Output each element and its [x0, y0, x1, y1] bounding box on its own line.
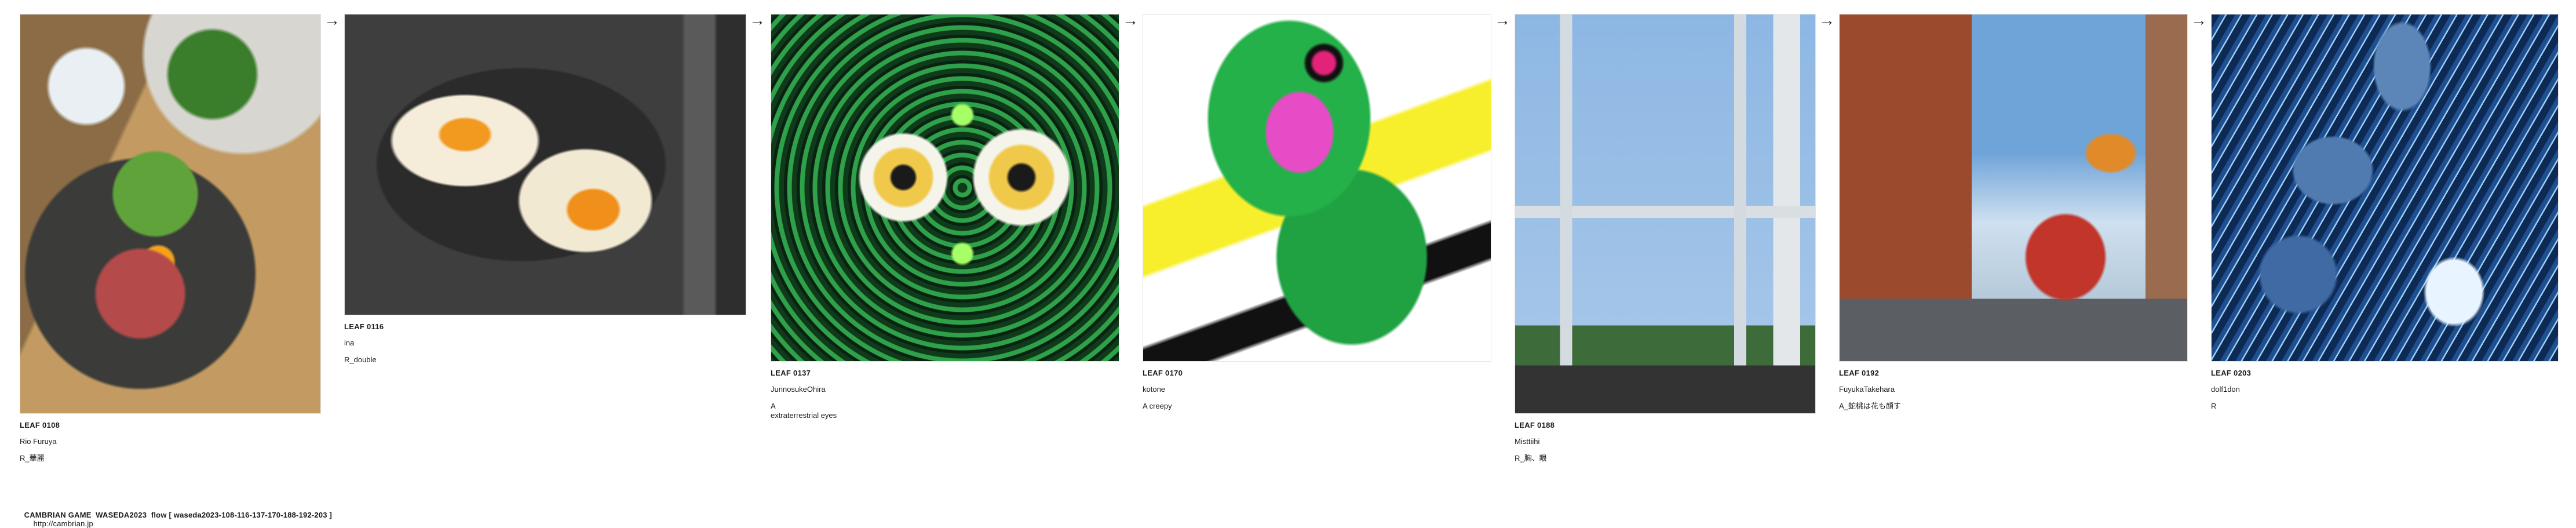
flow-arrow-icon: →	[324, 11, 340, 29]
leaf-card-0116: LEAF 0116 ina R_double	[344, 14, 746, 372]
leaf-image-alien-eyes[interactable]	[771, 14, 1119, 362]
leaf-meta: LEAF 0203 dolf1don R	[2211, 369, 2559, 411]
leaf-title: LEAF 0137	[771, 369, 811, 377]
flow-arrow-icon: →	[1494, 11, 1510, 29]
leaf-text: R_胸、眼	[1515, 453, 1547, 463]
leaf-meta: LEAF 0170 kotone A creepy	[1143, 369, 1491, 411]
flow-arrow-icon: →	[2191, 11, 2207, 29]
leaf-author: dolf1don	[2211, 385, 2240, 394]
leaf-title: LEAF 0108	[20, 421, 60, 429]
leaf-meta: LEAF 0137 JunnosukeOhira A extraterrestr…	[771, 369, 1119, 420]
leaf-author: kotone	[1143, 385, 1166, 394]
flow-arrow-icon: →	[1122, 11, 1139, 29]
leaf-card-0137: LEAF 0137 JunnosukeOhira A extraterrestr…	[771, 14, 1119, 427]
leaf-author: Misttiihi	[1515, 437, 1540, 446]
leaf-card-0108: LEAF 0108 Rio Furuya R_華麗	[20, 14, 321, 470]
leaf-title: LEAF 0116	[344, 322, 384, 331]
leaf-image-dolphins[interactable]	[2211, 14, 2559, 362]
leaf-image-eggs[interactable]	[344, 14, 746, 315]
leaf-author: Rio Furuya	[20, 437, 57, 446]
leaf-author: FuyukaTakehara	[1839, 385, 1895, 394]
leaf-title: LEAF 0170	[1143, 369, 1183, 377]
leaf-image-salad[interactable]	[20, 14, 321, 414]
leaf-title: LEAF 0203	[2211, 369, 2252, 377]
flow-arrow-icon: →	[1819, 11, 1835, 29]
leaf-image-dinosaur[interactable]	[1143, 14, 1491, 362]
leaf-text: R_double	[344, 355, 377, 364]
leaf-title: LEAF 0192	[1839, 369, 1880, 377]
leaf-image-bridge[interactable]	[1515, 14, 1816, 414]
leaf-text: R	[2211, 401, 2217, 410]
leaf-meta: LEAF 0108 Rio Furuya R_華麗	[20, 421, 321, 463]
footer-link[interactable]: http://cambrian.jp	[34, 519, 93, 528]
flow-arrow-icon: →	[749, 11, 765, 29]
leaf-text: R_華麗	[20, 453, 45, 463]
leaf-image-street-worm[interactable]	[1839, 14, 2188, 362]
leaf-card-0192: LEAF 0192 FuyukaTakehara A_蛇桃は花も顔す	[1839, 14, 2188, 418]
leaf-meta: LEAF 0116 ina R_double	[344, 322, 746, 365]
leaf-card-0203: LEAF 0203 dolf1don R	[2211, 14, 2559, 418]
leaf-text: A creepy	[1143, 401, 1172, 410]
leaf-text: A extraterrestrial eyes	[771, 401, 837, 420]
leaf-meta: LEAF 0192 FuyukaTakehara A_蛇桃は花も顔す	[1839, 369, 2188, 411]
leaf-author: ina	[344, 338, 355, 348]
leaf-title: LEAF 0188	[1515, 421, 1555, 429]
footer: CAMBRIAN GAME WASEDA2023 flow [ waseda20…	[20, 502, 332, 528]
leaf-card-0170: LEAF 0170 kotone A creepy	[1143, 14, 1491, 418]
leaf-meta: LEAF 0188 Misttiihi R_胸、眼	[1515, 421, 1816, 463]
leaf-text: A_蛇桃は花も顔す	[1839, 401, 1901, 410]
leaf-author: JunnosukeOhira	[771, 385, 826, 394]
footer-flow-label: CAMBRIAN GAME WASEDA2023 flow [ waseda20…	[24, 511, 333, 519]
leaf-card-0188: LEAF 0188 Misttiihi R_胸、眼	[1515, 14, 1816, 470]
